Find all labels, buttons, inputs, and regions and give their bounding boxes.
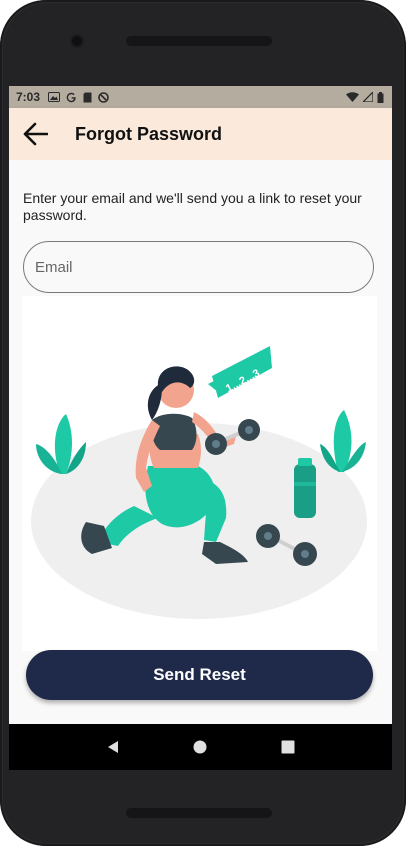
counter-bubble: 1...2...3 [208, 346, 272, 398]
nav-recents-button[interactable] [268, 727, 308, 767]
system-status-icons [346, 91, 384, 103]
status-bar: 7:03 [9, 86, 392, 108]
signal-icon [363, 92, 373, 102]
back-button[interactable] [15, 114, 55, 154]
status-time: 7:03 [16, 90, 41, 104]
recents-square-icon [281, 740, 295, 754]
nav-back-button[interactable] [93, 727, 133, 767]
email-field[interactable] [23, 241, 374, 293]
notification-icons [48, 91, 109, 103]
earpiece-speaker [126, 36, 272, 46]
fitness-illustration: 1...2...3 [22, 296, 377, 651]
page-title: Forgot Password [75, 123, 223, 144]
plant-left [36, 414, 86, 474]
device-frame: 7:03 Forgot Password Enter your email an… [0, 0, 406, 846]
wifi-icon [346, 92, 359, 102]
google-icon [66, 92, 76, 102]
send-reset-button[interactable]: Send Reset [26, 650, 373, 700]
main-content: Enter your email and we'll send you a li… [9, 160, 392, 724]
front-camera [72, 36, 82, 46]
home-circle-icon [193, 740, 207, 754]
gallery-icon [48, 92, 61, 102]
app-bar: Forgot Password [9, 108, 392, 160]
fitness-illustration-svg: 1...2...3 [31, 346, 367, 619]
nav-home-button[interactable] [180, 727, 220, 767]
system-nav-bar [9, 724, 392, 770]
water-bottle [294, 458, 316, 518]
screen: 7:03 Forgot Password Enter your email an… [9, 86, 392, 770]
no-disturb-icon [98, 91, 109, 103]
bottom-speaker [126, 808, 272, 818]
instruction-text: Enter your email and we'll send you a li… [23, 190, 362, 223]
sd-card-icon [83, 92, 92, 102]
battery-icon [377, 91, 384, 103]
back-triangle-icon [107, 741, 118, 753]
arrow-left-icon [23, 122, 48, 146]
